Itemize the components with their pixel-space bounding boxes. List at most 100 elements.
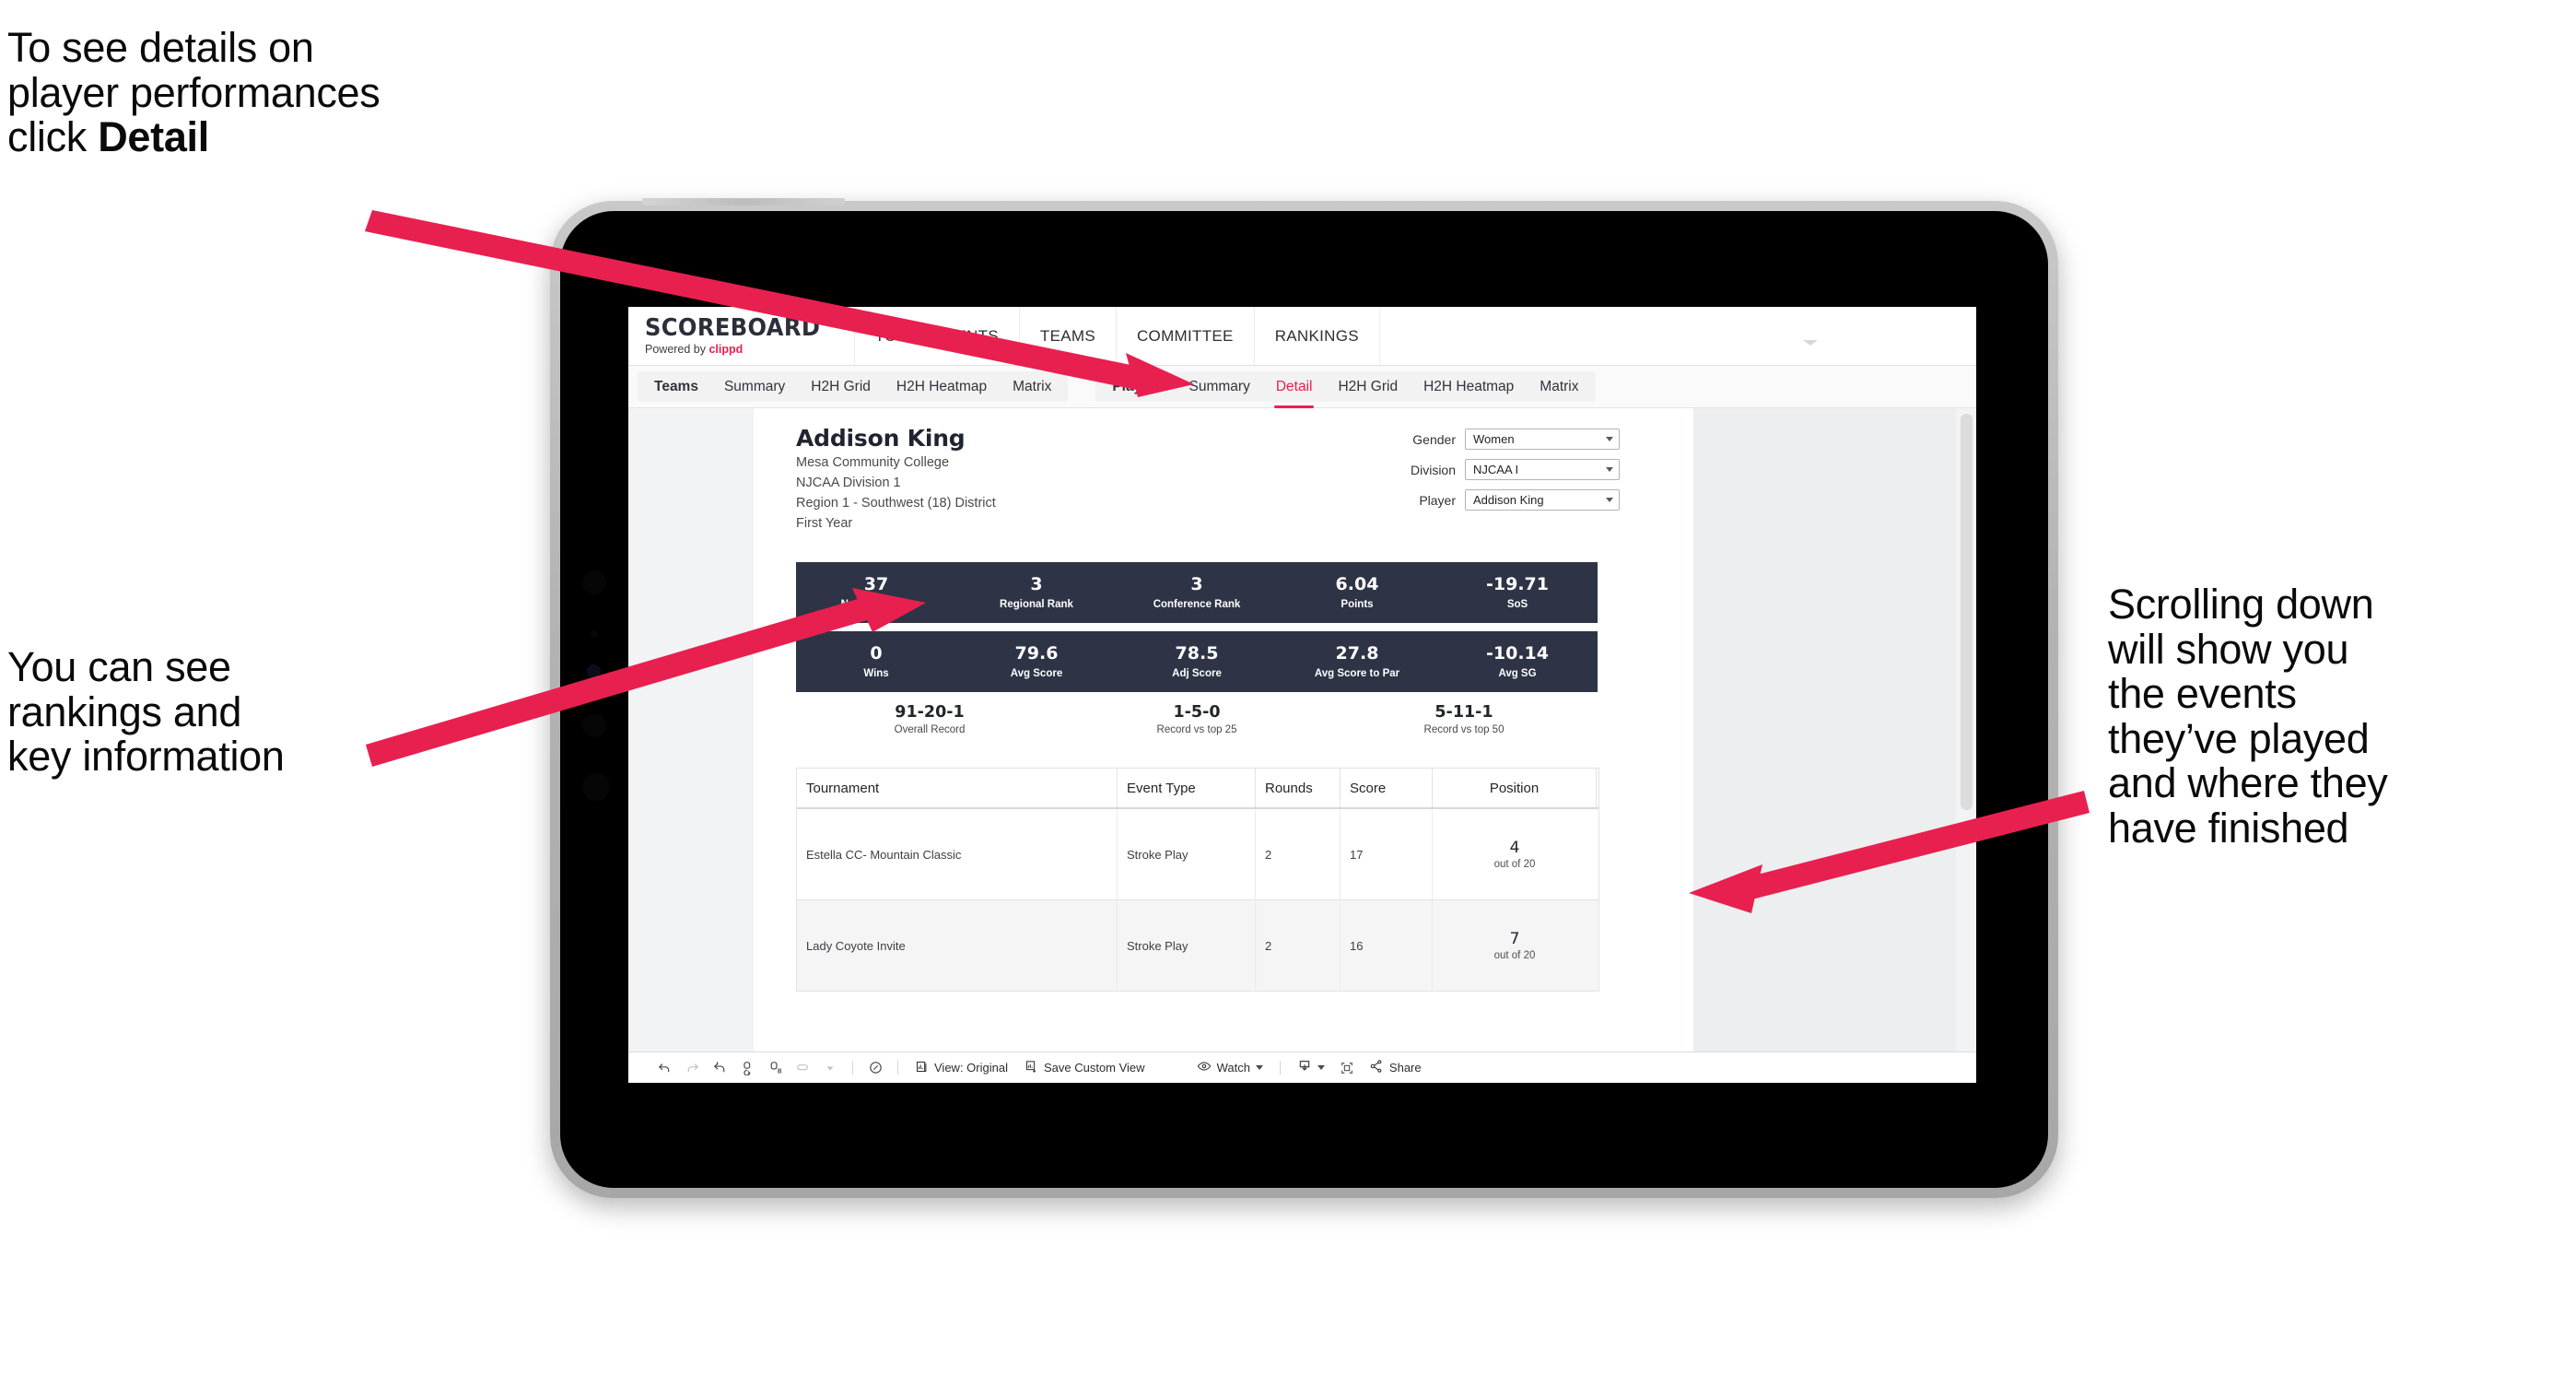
tab-teams-h2h-heatmap[interactable]: H2H Heatmap	[884, 371, 1000, 402]
cell-score: 17	[1341, 809, 1433, 899]
clippd-brand: clippd	[708, 343, 744, 357]
pan-icon[interactable]	[789, 1054, 816, 1082]
tab-players[interactable]: Players	[1099, 371, 1176, 402]
tab-players-detail[interactable]: Detail	[1263, 371, 1326, 408]
view-original-button[interactable]: View: Original	[907, 1060, 1016, 1076]
revert-icon[interactable]	[706, 1054, 733, 1082]
tab-teams-matrix[interactable]: Matrix	[1000, 371, 1064, 402]
tablet-top-notch	[642, 198, 845, 206]
filter-gender-select[interactable]: Women	[1465, 429, 1620, 450]
tab-players-matrix[interactable]: Matrix	[1527, 371, 1591, 402]
stats-row-rankings: 37 National Rank 3 Regional Rank 3 Confe…	[796, 562, 1598, 623]
cell-tournament: Lady Coyote Invite	[797, 900, 1118, 991]
bottom-toolbar: View: Original Save Custom View Watch Sh…	[628, 1051, 1976, 1083]
stat-avg-score: 79.6 Avg Score	[956, 631, 1117, 692]
tab-group-players: Players Summary Detail H2H Grid H2H Heat…	[1095, 371, 1596, 408]
filter-division-select[interactable]: NJCAA I	[1465, 459, 1620, 480]
refresh-icon[interactable]	[733, 1054, 761, 1082]
stat-value: 37	[863, 574, 889, 595]
share-button[interactable]: Share	[1361, 1059, 1430, 1076]
column-header-score[interactable]: Score	[1341, 769, 1433, 807]
save-custom-view-button[interactable]: Save Custom View	[1016, 1060, 1153, 1076]
download-button[interactable]	[1289, 1059, 1333, 1076]
record-label: Record vs top 25	[1156, 724, 1237, 735]
camera-secondary-icon	[582, 713, 606, 737]
filter-gender-value: Women	[1473, 432, 1515, 446]
slide-canvas: To see details on player performances cl…	[0, 0, 2576, 1386]
record-value: 91-20-1	[895, 703, 965, 722]
stat-wins: 0 Wins	[796, 631, 956, 692]
nav-item-tournaments[interactable]: TOURNAMENTS	[855, 307, 1020, 365]
nav-item-teams[interactable]: TEAMS	[1020, 307, 1117, 365]
records-row: 91-20-1 Overall Record 1-5-0 Record vs t…	[796, 703, 1598, 735]
brand-tagline: Powered by clippd	[645, 343, 744, 357]
record-label: Record vs top 50	[1423, 724, 1505, 735]
table-row[interactable]: Lady Coyote Invite Stroke Play 2 16 7 ou…	[797, 900, 1598, 992]
stat-label: Adj Score	[1172, 667, 1222, 679]
filter-division-value: NJCAA I	[1473, 463, 1519, 476]
filter-panel: Gender Women Division NJCAA I Player Add…	[1343, 429, 1620, 520]
stat-value: 78.5	[1175, 643, 1219, 664]
record-label: Overall Record	[894, 724, 966, 735]
chevron-down-icon	[1606, 437, 1613, 441]
record-value: 1-5-0	[1173, 703, 1221, 722]
undo-icon[interactable]	[650, 1054, 678, 1082]
tab-teams-summary[interactable]: Summary	[711, 371, 798, 402]
cell-position-value: 7	[1509, 930, 1520, 948]
stat-value: 27.8	[1335, 643, 1379, 664]
save-custom-view-label: Save Custom View	[1043, 1061, 1145, 1075]
stat-label: National Rank	[840, 598, 912, 610]
brand-logo[interactable]: SCOREBOARD Powered by clippd	[628, 307, 855, 365]
viz-left-gutter	[628, 408, 754, 1053]
record-vs-top-25: 1-5-0 Record vs top 25	[1063, 703, 1330, 735]
column-header-event-type[interactable]: Event Type	[1118, 769, 1256, 807]
tournaments-table: Tournament Event Type Rounds Score Posit…	[796, 768, 1599, 992]
stat-label: Conference Rank	[1153, 598, 1241, 610]
annotation-top-left-bold: Detail	[98, 113, 209, 161]
tab-players-summary[interactable]: Summary	[1177, 371, 1263, 402]
highlight-icon[interactable]	[861, 1054, 889, 1082]
stat-value: -19.71	[1486, 574, 1549, 595]
stat-label: Regional Rank	[1000, 598, 1073, 610]
annotation-left: You can see rankings and key information	[7, 643, 285, 781]
tab-teams-h2h-grid[interactable]: H2H Grid	[798, 371, 884, 402]
stat-label: Avg Score to Par	[1314, 667, 1400, 679]
tab-group-teams: Teams Summary H2H Grid H2H Heatmap Matri…	[638, 371, 1069, 402]
chevron-down-icon[interactable]	[816, 1054, 844, 1082]
chevron-down-icon	[1606, 498, 1613, 502]
chevron-down-icon	[1606, 467, 1613, 472]
redo-icon[interactable]	[678, 1054, 706, 1082]
chevron-down-icon[interactable]	[1803, 340, 1818, 346]
column-header-tournament[interactable]: Tournament	[797, 769, 1118, 807]
pause-icon[interactable]	[761, 1054, 789, 1082]
eye-icon	[1197, 1059, 1212, 1076]
top-navigation-bar: SCOREBOARD Powered by clippd TOURNAMENTS…	[628, 307, 1976, 366]
cell-position-outof: out of 20	[1493, 859, 1536, 870]
filter-player-select[interactable]: Addison King	[1465, 489, 1620, 511]
stat-adj-score: 78.5 Adj Score	[1117, 631, 1277, 692]
column-header-rounds[interactable]: Rounds	[1256, 769, 1341, 807]
filter-division: Division NJCAA I	[1343, 459, 1620, 480]
tab-players-h2h-heatmap[interactable]: H2H Heatmap	[1411, 371, 1527, 402]
table-row[interactable]: Estella CC- Mountain Classic Stroke Play…	[797, 809, 1598, 900]
tab-players-h2h-grid[interactable]: H2H Grid	[1325, 371, 1411, 402]
cell-event-type: Stroke Play	[1118, 809, 1256, 899]
table-header-row: Tournament Event Type Rounds Score Posit…	[797, 769, 1598, 809]
watch-label: Watch	[1216, 1061, 1250, 1075]
share-label: Share	[1388, 1061, 1422, 1075]
nav-item-rankings[interactable]: RANKINGS	[1255, 307, 1380, 365]
nav-item-committee[interactable]: COMMITTEE	[1117, 307, 1255, 365]
viz-scrollbar-thumb[interactable]	[1961, 414, 1973, 810]
watch-button[interactable]: Watch	[1188, 1059, 1271, 1076]
column-header-position[interactable]: Position	[1433, 769, 1597, 807]
fullscreen-icon[interactable]	[1333, 1054, 1361, 1082]
viz-scrollbar-track[interactable]	[1956, 408, 1976, 1053]
stat-value: 6.04	[1335, 574, 1379, 595]
stat-sos: -19.71 SoS	[1437, 562, 1598, 623]
record-value: 5-11-1	[1434, 703, 1493, 722]
stat-conference-rank: 3 Conference Rank	[1117, 562, 1277, 623]
view-original-label: View: Original	[934, 1061, 1008, 1075]
stat-points: 6.04 Points	[1277, 562, 1437, 623]
tab-teams[interactable]: Teams	[641, 371, 711, 402]
camera-icon	[582, 570, 606, 594]
